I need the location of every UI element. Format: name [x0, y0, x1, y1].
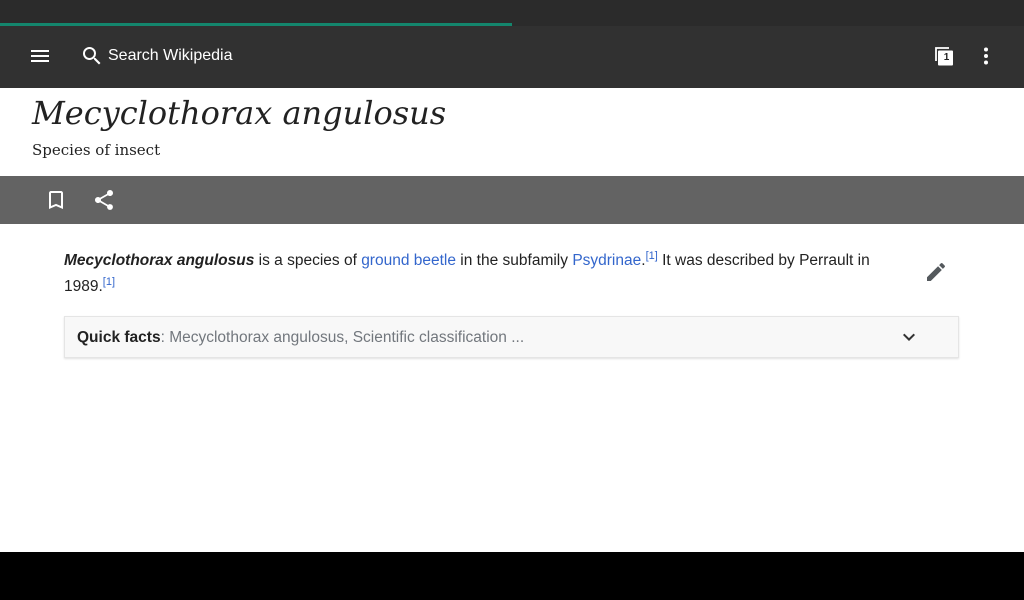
reference-link[interactable]: [1] [646, 250, 658, 262]
reference-link[interactable]: [1] [103, 276, 115, 288]
lead-bold-title: Mecyclothorax angulosus [64, 252, 255, 269]
progress-fill [0, 23, 512, 26]
top-toolbar: 1 [0, 24, 1024, 88]
chevron-down-icon[interactable] [897, 325, 921, 349]
quick-facts-label: Quick facts [77, 329, 161, 346]
quick-facts-box[interactable]: Quick facts: Mecyclothorax angulosus, Sc… [64, 316, 959, 358]
edit-icon[interactable] [924, 260, 948, 284]
lead-paragraph: Mecyclothorax angulosus is a species of … [64, 248, 894, 300]
lead-text: in the subfamily [456, 252, 573, 269]
menu-icon[interactable] [28, 44, 52, 68]
share-icon[interactable] [92, 188, 116, 212]
page-load-progress [0, 23, 1024, 26]
article-content: Mecyclothorax angulosus Species of insec… [0, 88, 1024, 552]
search-icon[interactable] [80, 44, 104, 68]
system-navigation-bar [0, 552, 1024, 600]
more-vert-icon[interactable] [974, 44, 998, 68]
page-title: Mecyclothorax angulosus [32, 94, 447, 132]
quick-facts-text: Quick facts: Mecyclothorax angulosus, Sc… [77, 329, 524, 347]
quick-facts-summary: Mecyclothorax angulosus, Scientific clas… [169, 329, 525, 346]
tabs-count: 1 [943, 52, 950, 63]
tabs-button[interactable]: 1 [930, 42, 958, 70]
article-action-bar [0, 176, 1024, 224]
article-header: Mecyclothorax angulosus Species of insec… [0, 88, 1024, 176]
link-psydrinae[interactable]: Psydrinae [572, 252, 641, 269]
status-bar [0, 0, 1024, 24]
lead-text: is a species of [254, 252, 362, 269]
link-ground-beetle[interactable]: ground beetle [361, 252, 456, 269]
bookmark-icon[interactable] [44, 188, 68, 212]
quick-facts-separator: : [160, 329, 170, 346]
search-input[interactable] [108, 42, 528, 70]
page-description: Species of insect [32, 141, 161, 159]
